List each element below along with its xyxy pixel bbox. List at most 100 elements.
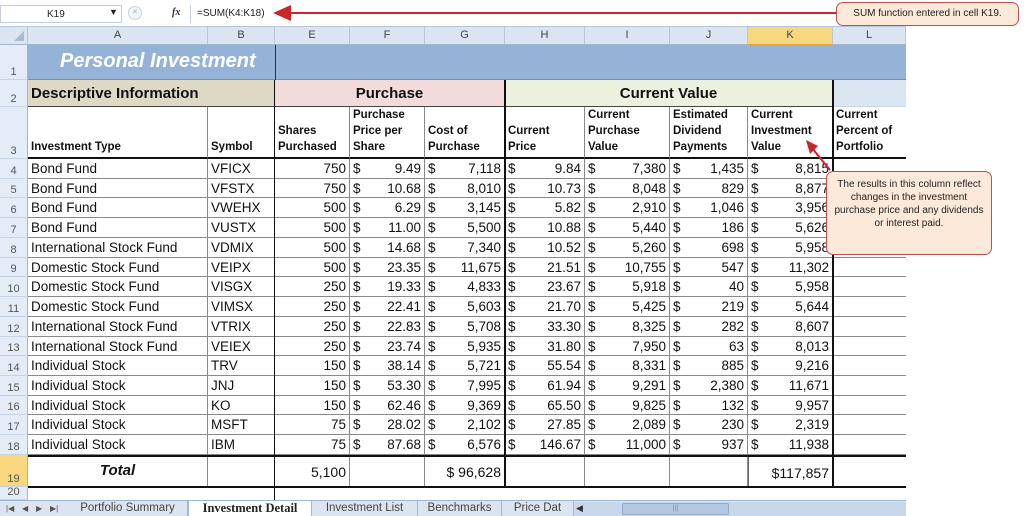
cell-type[interactable]: Domestic Stock Fund — [28, 257, 208, 278]
cell-cur-value[interactable]: $2,910 — [585, 198, 670, 219]
scroll-left-icon[interactable]: ◀ — [576, 501, 583, 516]
cell-price[interactable]: $28.02 — [350, 415, 425, 436]
row-header-2[interactable]: 2 — [0, 80, 28, 107]
header-dividend-payments[interactable]: Estimated Dividend Payments — [670, 107, 748, 159]
column-header-j[interactable]: J — [670, 27, 748, 45]
cell-cur-value[interactable]: $11,000 — [585, 435, 670, 455]
row-header-11[interactable]: 11 — [0, 297, 28, 317]
cell-inv-value[interactable]: $5,644 — [748, 297, 833, 317]
cell-inv-value[interactable]: $3,956 — [748, 198, 833, 219]
column-header-i[interactable]: I — [585, 27, 670, 45]
cell-cur-value[interactable]: $8,048 — [585, 178, 670, 199]
cell-H19[interactable] — [505, 455, 585, 487]
cell-type[interactable]: Individual Stock — [28, 395, 208, 416]
cell-percent[interactable] — [833, 356, 906, 377]
cell-dividends[interactable]: $885 — [670, 356, 748, 377]
cell-price[interactable]: $62.46 — [350, 395, 425, 416]
column-header-f[interactable]: F — [350, 27, 425, 45]
cell-symbol[interactable]: JNJ — [208, 376, 275, 396]
cell-shares[interactable]: 750 — [275, 178, 350, 199]
cell-cost[interactable]: $3,145 — [425, 198, 505, 219]
header-investment-type[interactable]: Investment Type — [28, 107, 208, 159]
cell-shares[interactable]: 750 — [275, 159, 350, 179]
cell-symbol[interactable]: VUSTX — [208, 218, 275, 238]
cell-symbol[interactable]: KO — [208, 395, 275, 416]
cell-cur-value[interactable]: $8,331 — [585, 356, 670, 377]
column-header-b[interactable]: B — [208, 27, 275, 45]
column-header-e[interactable]: E — [275, 27, 350, 45]
cell-symbol[interactable]: VDMIX — [208, 237, 275, 258]
cell-dividends[interactable]: $1,435 — [670, 159, 748, 179]
sheet-tab-benchmarks[interactable]: Benchmarks — [418, 501, 502, 516]
cell-cost[interactable]: $5,935 — [425, 336, 505, 357]
row-header-9[interactable]: 9 — [0, 257, 28, 278]
cell-I19[interactable] — [585, 455, 670, 487]
sheet-tab-investment-detail[interactable]: Investment Detail — [188, 501, 312, 516]
header-cost-of-purchase[interactable]: Cost of Purchase — [425, 107, 505, 159]
cell-shares[interactable]: 500 — [275, 257, 350, 278]
cell-cur-price[interactable]: $21.70 — [505, 297, 585, 317]
row-header-5[interactable]: 5 — [0, 178, 28, 199]
cell-cost[interactable]: $5,721 — [425, 356, 505, 377]
cell-inv-value[interactable]: $9,957 — [748, 395, 833, 416]
row-header-6[interactable]: 6 — [0, 198, 28, 219]
cell-dividends[interactable]: $186 — [670, 218, 748, 238]
cell-dividends[interactable]: $937 — [670, 435, 748, 455]
group-header-current-value[interactable]: Current Value — [505, 80, 833, 107]
cell-dividends[interactable]: $219 — [670, 297, 748, 317]
header-symbol[interactable]: Symbol — [208, 107, 275, 159]
row-header-19[interactable]: 19 — [0, 455, 28, 487]
cell-type[interactable]: Bond Fund — [28, 178, 208, 199]
cell-inv-value[interactable]: $11,671 — [748, 376, 833, 396]
cell-price[interactable]: $87.68 — [350, 435, 425, 455]
cell-type[interactable]: Domestic Stock Fund — [28, 297, 208, 317]
row-header-10[interactable]: 10 — [0, 277, 28, 298]
cell-dividends[interactable]: $547 — [670, 257, 748, 278]
cell-percent[interactable] — [833, 376, 906, 396]
cell-cur-value[interactable]: $5,918 — [585, 277, 670, 298]
cell-inv-value[interactable]: $8,607 — [748, 316, 833, 337]
cell-J19[interactable] — [670, 455, 748, 487]
cell-percent[interactable] — [833, 297, 906, 317]
formula-input[interactable]: =SUM(K4:K18) — [190, 5, 906, 23]
cell-dividends[interactable]: $230 — [670, 415, 748, 436]
cell-type[interactable]: Individual Stock — [28, 356, 208, 377]
cell-price[interactable]: $14.68 — [350, 237, 425, 258]
cell-type[interactable]: Bond Fund — [28, 159, 208, 179]
cell-symbol[interactable]: IBM — [208, 435, 275, 455]
cancel-formula-button[interactable]: ✕ — [128, 6, 142, 20]
cell-type[interactable]: Individual Stock — [28, 415, 208, 436]
cell-cur-value[interactable]: $8,325 — [585, 316, 670, 337]
row-header-3[interactable]: 3 — [0, 107, 28, 159]
insert-function-icon[interactable]: fx — [172, 7, 180, 18]
row-header-16[interactable]: 16 — [0, 395, 28, 416]
cell-B19[interactable] — [208, 455, 275, 487]
cell-cur-value[interactable]: $2,089 — [585, 415, 670, 436]
cell-shares[interactable]: 500 — [275, 218, 350, 238]
cell-inv-value[interactable]: $11,302 — [748, 257, 833, 278]
row-header-13[interactable]: 13 — [0, 336, 28, 357]
cell-cur-value[interactable]: $5,440 — [585, 218, 670, 238]
cell-price[interactable]: $53.30 — [350, 376, 425, 396]
cell-shares[interactable]: 150 — [275, 356, 350, 377]
prev-sheet-icon[interactable]: ◀ — [22, 501, 28, 516]
cell-symbol[interactable]: VTRIX — [208, 316, 275, 337]
cell-percent[interactable] — [833, 277, 906, 298]
cell-cur-price[interactable]: $5.82 — [505, 198, 585, 219]
cell-cur-price[interactable]: $10.73 — [505, 178, 585, 199]
cell-cur-price[interactable]: $23.67 — [505, 277, 585, 298]
header-current-purchase-value[interactable]: Current Purchase Value — [585, 107, 670, 159]
cell-shares[interactable]: 250 — [275, 316, 350, 337]
cell-dividends[interactable]: $40 — [670, 277, 748, 298]
cell-shares[interactable]: 500 — [275, 198, 350, 219]
row-header-4[interactable]: 4 — [0, 159, 28, 179]
cell-symbol[interactable]: VISGX — [208, 277, 275, 298]
cell-inv-value[interactable]: $9,216 — [748, 356, 833, 377]
cell-cur-price[interactable]: $27.85 — [505, 415, 585, 436]
cell-percent[interactable] — [833, 396, 906, 416]
header-shares-purchased[interactable]: Shares Purchased — [275, 107, 350, 159]
cell-shares[interactable]: 150 — [275, 376, 350, 396]
row-header-18[interactable]: 18 — [0, 435, 28, 455]
cell-shares[interactable]: 150 — [275, 395, 350, 416]
column-header-h[interactable]: H — [505, 27, 585, 45]
